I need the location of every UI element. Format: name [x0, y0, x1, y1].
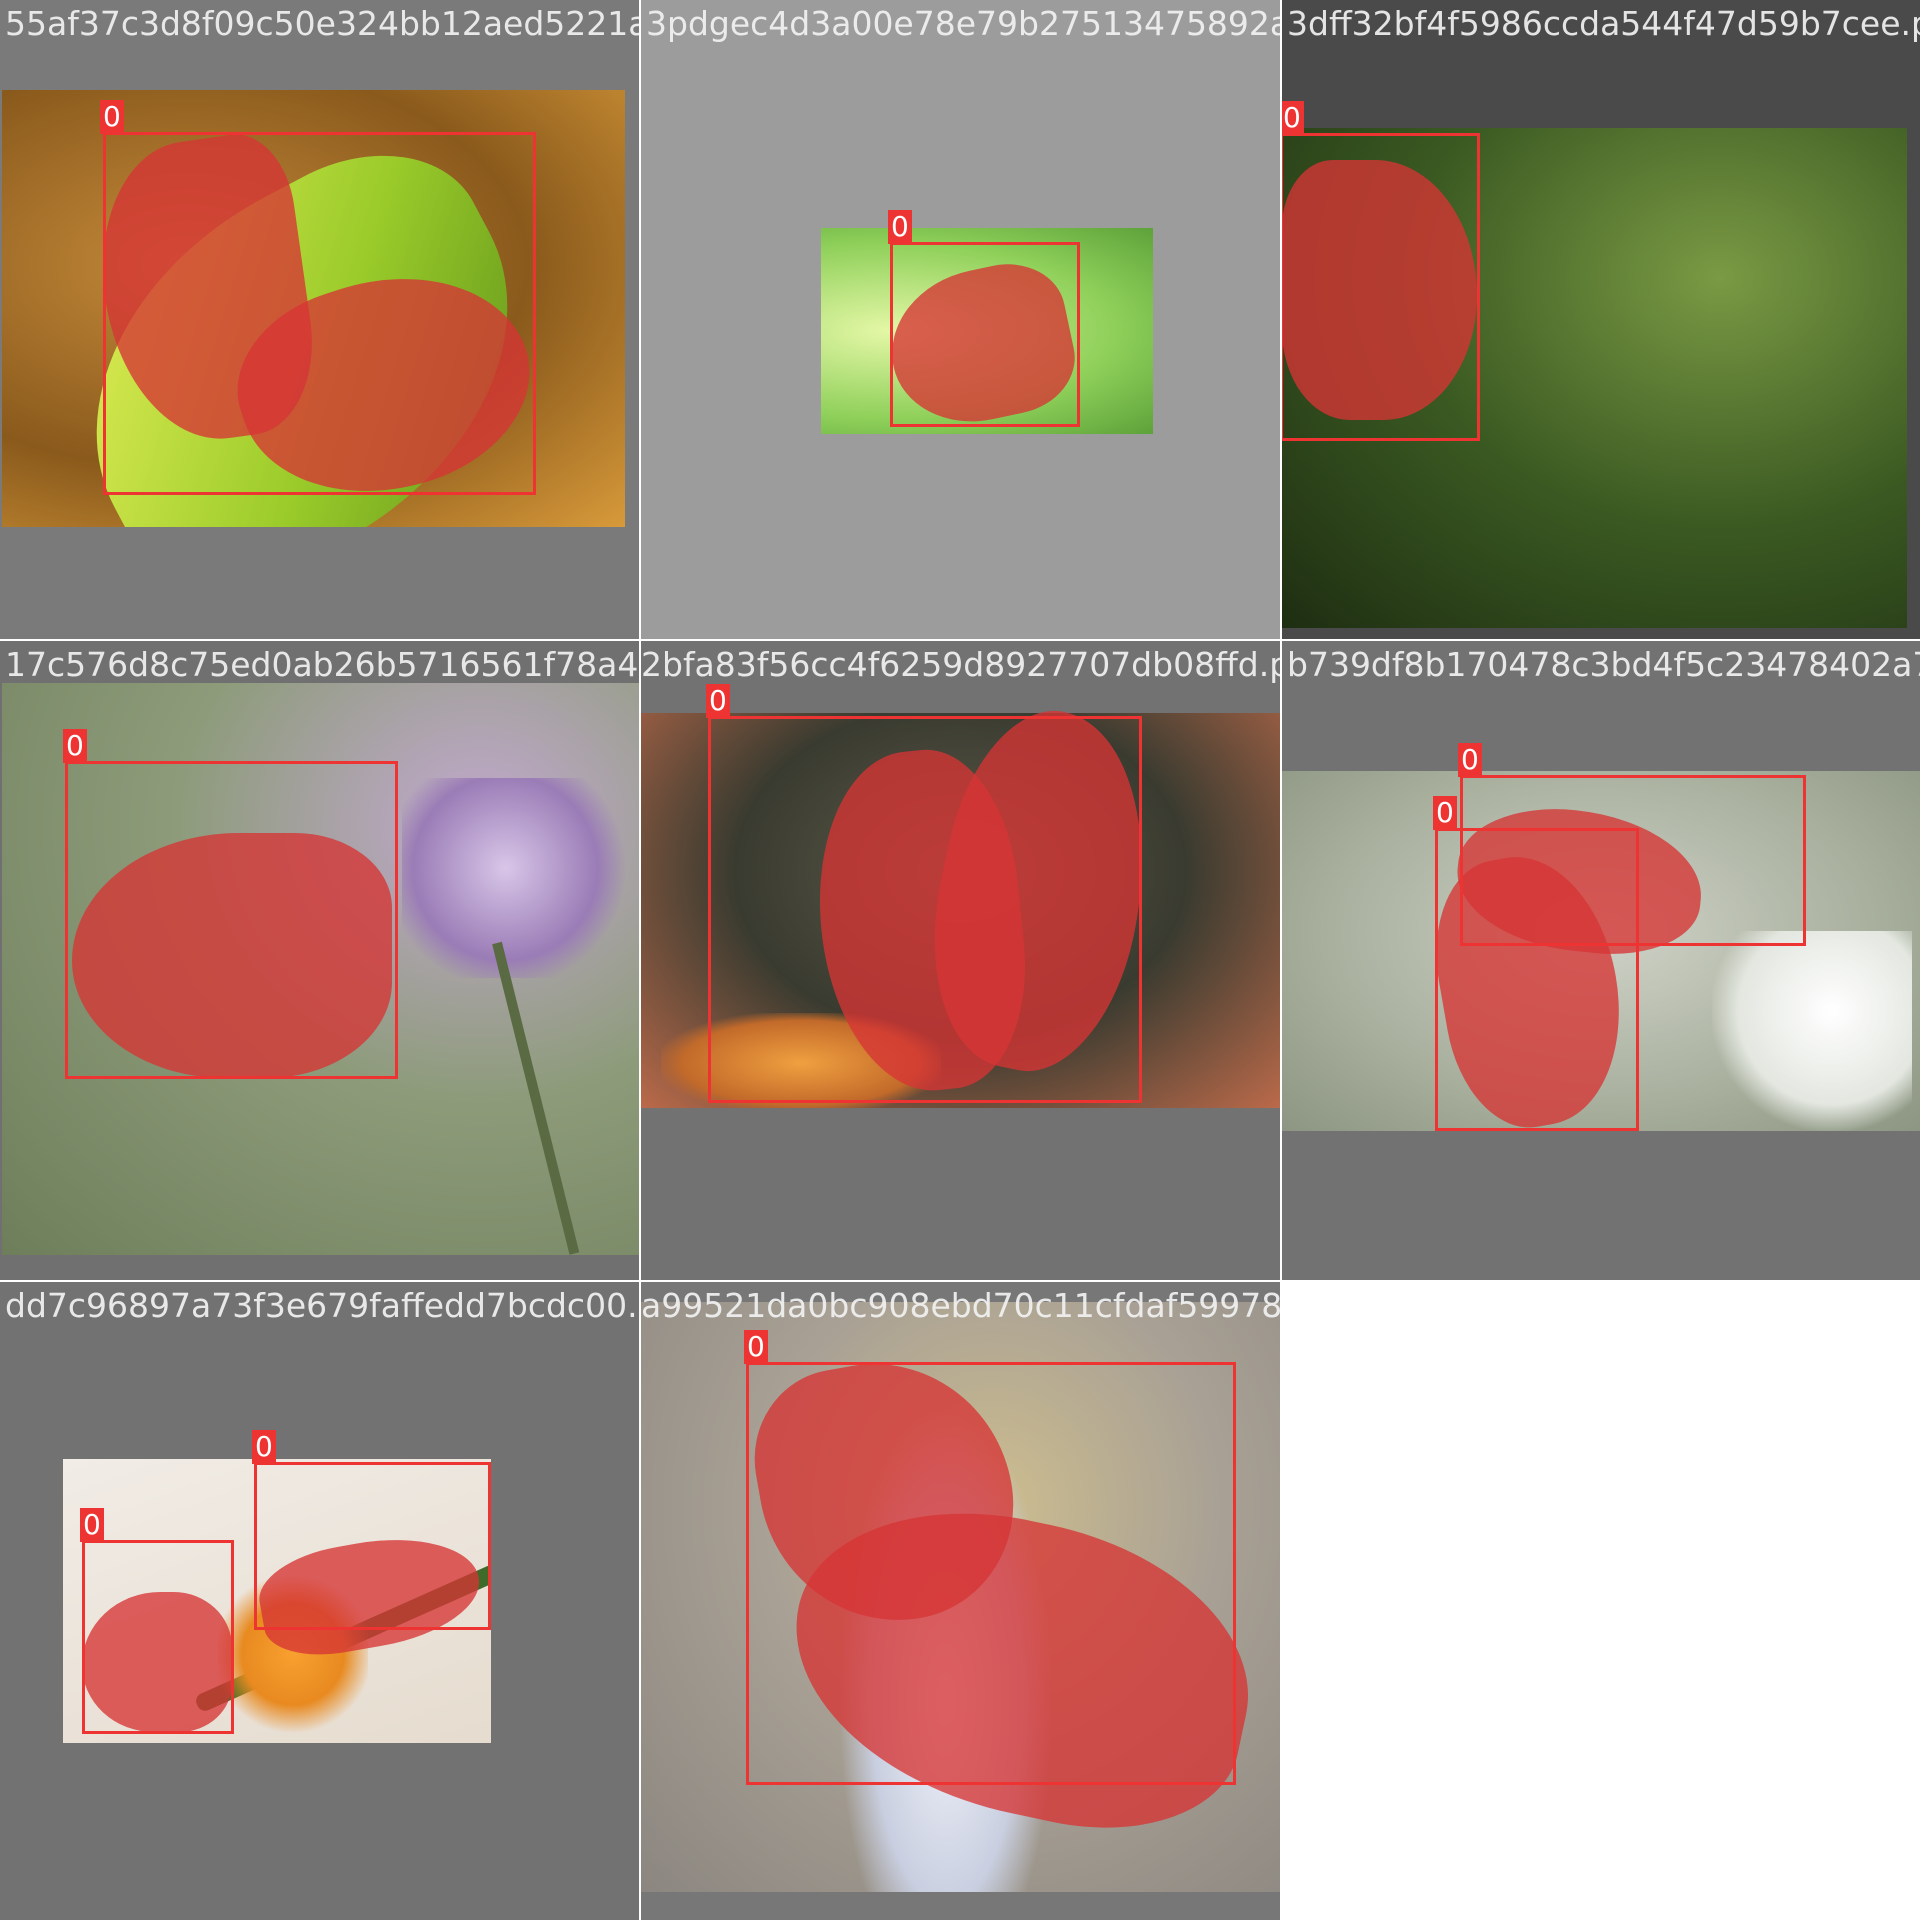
image-tile-1[interactable]: 0 55af37c3d8f09c50e324bb12aed5221a.png [0, 0, 639, 639]
file-name: 17c576d8c75ed0ab26b5716561f78a42.png [5, 645, 639, 684]
file-name: dd7c96897a73f3e679faffedd7bcdc00.png [5, 1286, 639, 1325]
file-name: b739df8b170478c3bd4f5c23478402a7.png [1287, 645, 1920, 684]
white-flower [1712, 931, 1912, 1131]
image-tile-5[interactable]: 0 2bfa83f56cc4f6259d8927707db08ffd.png [641, 641, 1280, 1280]
bounding-box[interactable] [82, 1540, 234, 1734]
class-label: 0 [100, 100, 124, 134]
flower-stem [492, 941, 580, 1255]
image-tile-8[interactable]: 0 a99521da0bc908ebd70c11cfdaf59978.png [641, 1282, 1280, 1920]
class-label: 0 [252, 1430, 276, 1464]
bounding-box[interactable] [708, 716, 1142, 1103]
image-tile-2[interactable]: 0 3pdgec4d3a00e78e79b27513475892a3dfff32… [641, 0, 1280, 639]
image-tile-6[interactable]: 0 0 b739df8b170478c3bd4f5c23478402a7.png [1282, 641, 1920, 1280]
class-label: 0 [888, 210, 912, 244]
file-name: 3dff32bf4f5986ccda544f47d59b7cee.png [1287, 4, 1920, 43]
bounding-box[interactable] [65, 761, 398, 1079]
file-name: 2bfa83f56cc4f6259d8927707db08ffd.png [641, 645, 1280, 684]
bounding-box[interactable] [746, 1362, 1236, 1785]
class-label: 0 [80, 1508, 104, 1542]
class-label: 0 [63, 729, 87, 763]
class-label: 0 [706, 684, 730, 718]
image-tile-3[interactable]: 0 3dff32bf4f5986ccda544f47d59b7cee.png [1282, 0, 1920, 639]
class-label: 0 [744, 1330, 768, 1364]
bounding-box[interactable] [1435, 828, 1639, 1131]
image-tile-7[interactable]: 0 0 dd7c96897a73f3e679faffedd7bcdc00.png [0, 1282, 639, 1920]
bounding-box[interactable] [890, 242, 1080, 427]
class-label: 0 [1282, 101, 1304, 135]
class-label: 0 [1458, 743, 1482, 777]
file-name: 3pdgec4d3a00e78e79b27513475892a3dfff32.p… [646, 4, 1280, 43]
verbena-flower [402, 778, 632, 978]
bounding-box[interactable] [1282, 133, 1480, 441]
image-tile-4[interactable]: 0 17c576d8c75ed0ab26b5716561f78a42.png [0, 641, 639, 1280]
class-label: 0 [1433, 796, 1457, 830]
file-name: a99521da0bc908ebd70c11cfdaf59978.png [641, 1286, 1280, 1325]
bounding-box[interactable] [103, 132, 536, 495]
bounding-box[interactable] [254, 1462, 491, 1630]
file-name: 55af37c3d8f09c50e324bb12aed5221a.png [5, 4, 639, 43]
